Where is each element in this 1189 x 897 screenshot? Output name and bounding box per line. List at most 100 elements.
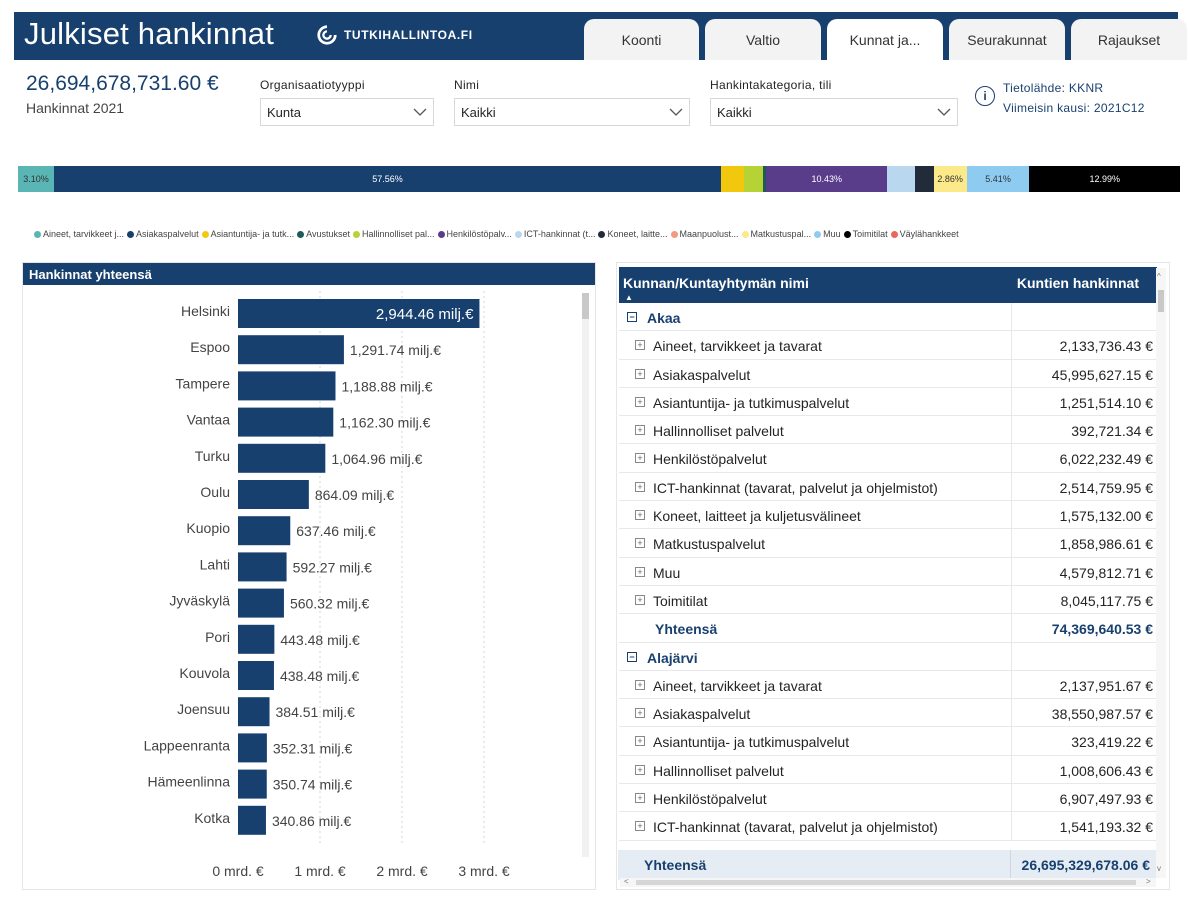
column-header-value[interactable]: Kuntien hankinnat — [1017, 275, 1139, 291]
share-segment[interactable]: 12.99% — [1029, 166, 1180, 192]
collapse-icon[interactable]: − — [627, 312, 637, 322]
legend-item[interactable]: Asiantuntija- ja tutk... — [201, 229, 294, 239]
table-hscroll-thumb[interactable] — [636, 880, 1136, 885]
table-row[interactable]: + Matkustuspalvelut 1,858,986.61 € — [619, 529, 1157, 558]
bar[interactable] — [238, 516, 291, 546]
legend-item[interactable]: Toimitilat — [843, 229, 888, 239]
share-segment[interactable]: 57.56% — [53, 166, 722, 192]
table-row[interactable]: + Asiantuntija- ja tutkimuspalvelut 1,251,… — [619, 387, 1157, 417]
share-segment[interactable] — [721, 166, 745, 192]
table-row[interactable]: + Asiakaspalvelut 38,550,987.57 € — [619, 699, 1157, 728]
expand-icon[interactable]: + — [635, 425, 645, 436]
expand-icon[interactable]: + — [635, 510, 645, 521]
table-vertical-scrollbar[interactable]: ^ v — [1156, 268, 1166, 878]
share-segment[interactable]: 2.86% — [933, 166, 967, 192]
legend-item[interactable]: Avustukset — [297, 229, 350, 239]
bar[interactable] — [238, 335, 344, 365]
bar[interactable] — [238, 552, 287, 582]
tab-1[interactable]: Valtio — [705, 19, 821, 60]
legend-dot-icon — [741, 230, 749, 238]
expand-icon[interactable]: + — [635, 481, 645, 492]
table-row[interactable]: + Henkilöstöpalvelut 6,907,497.93 € — [619, 784, 1157, 813]
expand-icon[interactable]: + — [635, 679, 645, 690]
data-source: Tietolähde: KKNR — [1003, 81, 1104, 95]
chart-scroll-thumb[interactable] — [582, 293, 589, 319]
table-row[interactable]: + Aineet, tarvikkeet ja tavarat 2,133,736.… — [619, 331, 1157, 360]
table-horizontal-scrollbar[interactable]: < > — [620, 877, 1156, 887]
bar[interactable] — [238, 480, 309, 509]
table-row[interactable]: + Koneet, laitteet ja kuljetusvälineet 1,5… — [619, 501, 1157, 530]
table-row[interactable]: + Henkilöstöpalvelut 6,022,232.49 € — [619, 444, 1157, 473]
tab-4[interactable]: Rajaukset — [1071, 19, 1187, 60]
collapse-icon[interactable]: − — [627, 651, 637, 662]
share-segment[interactable] — [744, 166, 763, 192]
table-row[interactable]: + Muu 4,579,812.71 € — [619, 557, 1157, 586]
bar[interactable] — [238, 407, 334, 437]
legend-item[interactable]: Asiakaspalvelut — [127, 229, 199, 239]
table-row[interactable]: + Aineet, tarvikkeet ja tavarat 2,137,951.… — [619, 670, 1157, 700]
share-segment[interactable]: 3.10% — [18, 166, 54, 192]
expand-icon[interactable]: + — [635, 566, 645, 577]
expand-icon[interactable]: + — [635, 708, 645, 719]
table-row[interactable]: + ICT-hankinnat (tavarat, palvelut ja ohj… — [619, 472, 1157, 502]
scroll-up-icon[interactable]: ^ — [1157, 272, 1161, 281]
table-row[interactable]: + ICT-hankinnat (tavarat, palvelut ja ohj… — [619, 812, 1157, 841]
bar[interactable] — [238, 624, 275, 654]
share-segment[interactable] — [915, 166, 934, 192]
tab-0[interactable]: Koonti — [584, 19, 699, 60]
chart-scrollbar[interactable] — [582, 293, 589, 857]
expand-icon[interactable]: + — [635, 368, 645, 379]
legend-label: Maanpuolust... — [679, 229, 739, 239]
share-segment[interactable]: 5.41% — [966, 166, 1030, 192]
legend-item[interactable]: Hallinnolliset pal... — [353, 229, 435, 239]
table-row[interactable]: − Akaa — [619, 303, 1157, 332]
info-icon[interactable]: i — [975, 86, 995, 106]
table-row[interactable]: + Toimitilat 8,045,117.75 € — [619, 585, 1157, 615]
table-row[interactable]: + Hallinnolliset palvelut 392,721.34 € — [619, 416, 1157, 445]
bar[interactable] — [238, 588, 284, 618]
expand-icon[interactable]: + — [635, 396, 645, 407]
scroll-right-icon[interactable]: > — [1146, 877, 1151, 886]
legend-item[interactable]: ICT-hankinnat (t... — [514, 229, 595, 239]
tab-3[interactable]: Seurakunnat — [949, 19, 1065, 60]
data-label: 350.74 milj.€ — [273, 777, 353, 793]
table-row[interactable]: + Hallinnolliset palvelut 1,008,606.43 € — [619, 755, 1157, 785]
legend-item[interactable]: Matkustuspal... — [741, 229, 811, 239]
scroll-left-icon[interactable]: < — [624, 877, 629, 886]
tab-2[interactable]: Kunnat ja... — [827, 19, 943, 60]
column-header-name[interactable]: Kunnan/Kuntayhtymän nimi — [623, 275, 809, 291]
expand-icon[interactable]: + — [635, 764, 645, 775]
expand-icon[interactable]: + — [635, 793, 645, 804]
bar[interactable] — [238, 805, 266, 835]
expand-icon[interactable]: + — [635, 736, 645, 747]
org-type-dropdown[interactable]: Kunta — [260, 98, 434, 126]
expand-icon[interactable]: + — [635, 340, 645, 351]
bar[interactable] — [238, 697, 270, 727]
legend-item[interactable]: Henkilöstöpalv... — [437, 229, 512, 239]
bar[interactable] — [238, 443, 326, 473]
legend-item[interactable]: Koneet, laitte... — [598, 229, 668, 239]
expand-icon[interactable]: + — [635, 821, 645, 832]
bar[interactable] — [238, 769, 267, 799]
legend-item[interactable]: Maanpuolust... — [670, 229, 739, 239]
share-segment[interactable] — [887, 166, 916, 192]
table-row[interactable]: + Asiantuntija- ja tutkimuspalvelut 323,41… — [619, 727, 1157, 756]
table-row[interactable]: + Asiakaspalvelut 45,995,627.15 € — [619, 359, 1157, 388]
category-dropdown[interactable]: Kaikki — [710, 98, 958, 126]
legend-item[interactable]: Aineet, tarvikkeet j... — [34, 229, 124, 239]
legend-item[interactable]: Väylähankkeet — [890, 229, 959, 239]
bar[interactable] — [238, 733, 267, 763]
table-row[interactable]: − Alajärvi — [619, 642, 1157, 671]
name-dropdown[interactable]: Kaikki — [454, 98, 690, 126]
share-segment[interactable]: 10.43% — [766, 166, 888, 192]
expand-icon[interactable]: + — [635, 453, 645, 464]
table-row[interactable]: Yhteensä 74,369,640.53 € — [619, 614, 1157, 643]
bar[interactable] — [238, 661, 274, 690]
scroll-down-icon[interactable]: v — [1157, 864, 1161, 873]
bar[interactable] — [238, 371, 336, 401]
legend-item[interactable]: Muu — [814, 229, 841, 239]
table-scroll-thumb[interactable] — [1158, 290, 1164, 312]
expand-icon[interactable]: + — [635, 538, 645, 549]
sort-asc-icon[interactable]: ▲ — [625, 293, 633, 302]
expand-icon[interactable]: + — [635, 594, 645, 605]
